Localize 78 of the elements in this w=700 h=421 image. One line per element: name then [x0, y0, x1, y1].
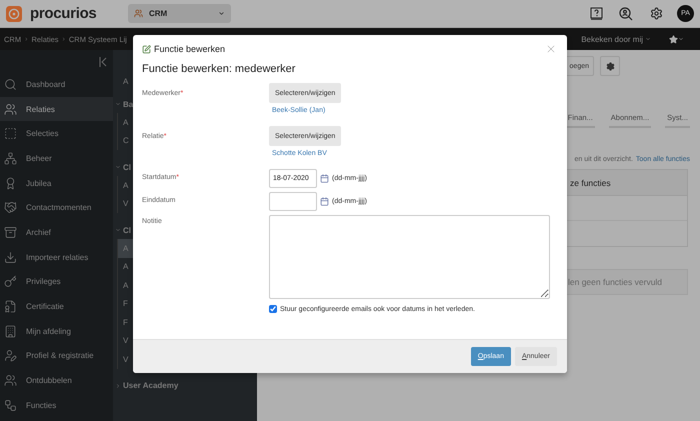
caret-down-icon	[115, 227, 121, 233]
menu-label: Selecties	[26, 129, 58, 138]
checkbox[interactable]	[269, 305, 277, 313]
sidebar-item[interactable]: Selecties	[0, 121, 113, 146]
collapse-icon[interactable]	[99, 57, 107, 67]
menu-icon	[4, 275, 17, 288]
menu-icon	[4, 226, 17, 239]
group-label: Cl	[123, 162, 131, 172]
sidebar-item[interactable]: Contactmomenten	[0, 195, 113, 220]
star-icon	[669, 34, 678, 44]
submenu-group[interactable]: Ba	[113, 95, 134, 113]
caret-icon	[678, 36, 684, 42]
group-label: Cl	[123, 226, 131, 234]
menu-icon	[4, 102, 17, 116]
sidebar-item[interactable]: Importeer relaties	[0, 244, 113, 270]
gear-icon	[650, 7, 662, 20]
caret-down-icon	[115, 101, 121, 107]
sidebar-item[interactable]: Archief	[0, 220, 113, 245]
menu-label: Privileges	[26, 277, 61, 286]
menu-label: Functies	[26, 400, 56, 410]
logo-text: procurios	[30, 5, 98, 22]
menu-icon	[4, 152, 17, 165]
menu-label: Contactmomenten	[26, 203, 92, 212]
caret-icon	[645, 36, 651, 42]
sidebar-item[interactable]: Certificatie	[0, 294, 113, 319]
menu-label: Jubilea	[26, 178, 52, 188]
caret-down-icon	[115, 164, 121, 170]
menu-label: Importeer relaties	[26, 252, 88, 262]
sidebar-item[interactable]: Profiel & registratie	[0, 344, 113, 368]
menu-icon	[4, 78, 17, 91]
sidebar-item[interactable]: Jubilea	[0, 170, 113, 196]
sidebar-item[interactable]: Privileges	[0, 270, 113, 294]
menu-icon	[4, 398, 17, 412]
menu-icon	[4, 176, 17, 190]
menu-label: Ontdubbelen	[26, 376, 72, 386]
recently-viewed-menu[interactable]: Bekeken door mij	[581, 34, 651, 44]
menu-label: Relaties	[26, 104, 55, 114]
dialog-heading: Functie bewerken: medewerker	[142, 63, 296, 75]
menu-label: Profiel & registratie	[26, 351, 94, 360]
menu-icon	[4, 374, 17, 388]
sidebar-item[interactable]: Functies	[0, 392, 113, 418]
calendar-icon[interactable]	[320, 197, 329, 206]
calendar-icon[interactable]	[320, 174, 329, 183]
menu-icon	[4, 250, 17, 264]
sidebar-item[interactable]: Ontdubbelen	[0, 368, 113, 393]
app-switcher[interactable]: CRM	[128, 4, 231, 23]
menu-icon	[4, 349, 17, 362]
settings-button[interactable]	[600, 56, 620, 76]
dialog-title: Functie bewerken	[154, 44, 226, 54]
menu-label: Archief	[26, 228, 51, 237]
group-label: User Academy	[123, 381, 178, 390]
submenu-group[interactable]: Cl	[113, 158, 131, 176]
sidebar-item[interactable]: Relaties	[0, 96, 113, 122]
user-search-icon[interactable]	[617, 4, 635, 22]
submenu-title: A	[123, 77, 128, 88]
caret-icon	[218, 10, 225, 17]
caret-right-icon	[115, 382, 121, 388]
people-icon	[134, 9, 143, 18]
submenu-group[interactable]: User Academy	[113, 376, 178, 394]
menu-icon	[4, 127, 17, 140]
edit-icon	[142, 44, 151, 54]
submenu-group[interactable]: Cl	[113, 221, 131, 239]
menu-icon	[4, 201, 17, 214]
close-icon	[545, 43, 557, 55]
menu-label: Certificatie	[26, 302, 64, 312]
gear-icon	[606, 62, 614, 70]
menu-label: Mijn afdeling	[26, 326, 71, 336]
menu-label: Beheer	[26, 154, 52, 163]
date-input[interactable]	[269, 192, 317, 211]
sidebar-item[interactable]: Dashboard	[0, 72, 113, 97]
menu-icon	[4, 324, 17, 338]
sidebar-item[interactable]: Beheer	[0, 146, 113, 171]
sidebar-item[interactable]: Mijn afdeling	[0, 318, 113, 344]
logo-icon	[6, 6, 22, 22]
menu-label: Dashboard	[26, 80, 66, 89]
close-button[interactable]	[545, 43, 557, 55]
menu-icon	[4, 300, 17, 314]
group-label: Ba	[123, 100, 134, 108]
